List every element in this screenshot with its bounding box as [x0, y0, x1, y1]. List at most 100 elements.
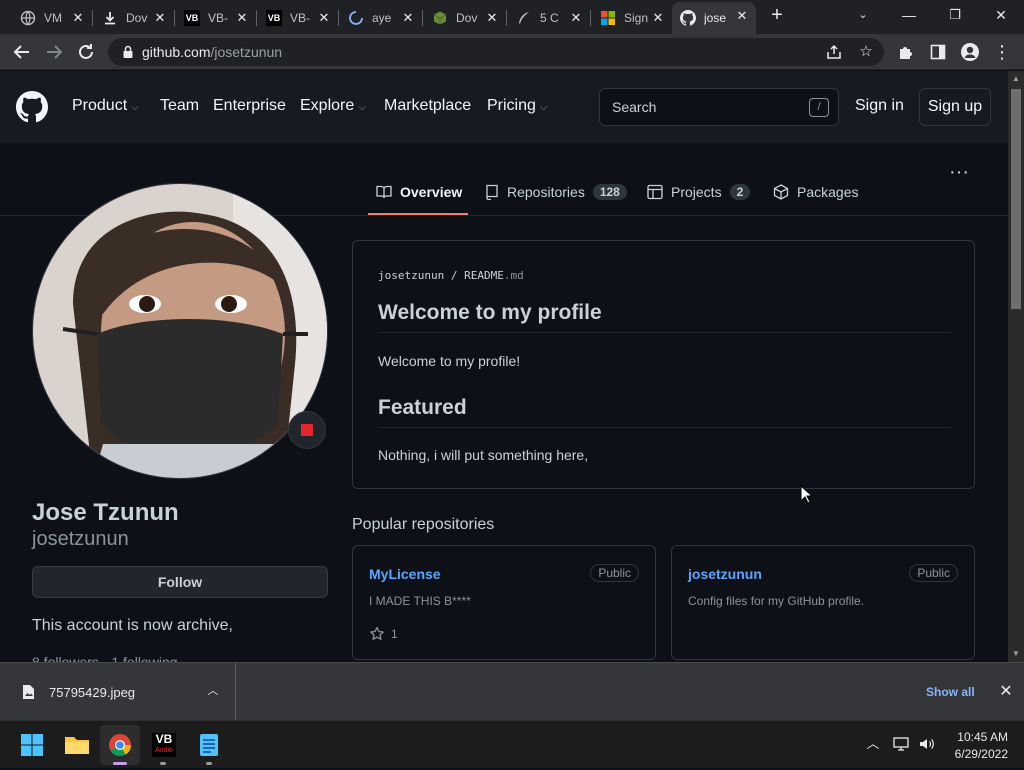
show-hidden-icons-chevron-icon[interactable]: ︿ — [864, 735, 882, 753]
microsoft-logo-icon — [600, 10, 616, 26]
profile-readme: josetzunun / README.md Welcome to my pro… — [352, 240, 975, 489]
readme-path-file[interactable]: README — [464, 269, 504, 282]
readme-paragraph: Nothing, i will put something here, — [378, 447, 589, 463]
tab-divider — [174, 10, 175, 26]
browser-tab[interactable]: Dov ✕ — [94, 4, 174, 32]
tab-divider — [422, 10, 423, 26]
lock-icon[interactable] — [120, 44, 136, 60]
browser-tab[interactable]: Dov ✕ — [424, 4, 506, 32]
browser-tab-title: VB- — [208, 11, 229, 25]
windows-start-icon[interactable] — [12, 725, 52, 765]
notepad-icon[interactable] — [189, 725, 229, 765]
vb-audio-app-icon[interactable]: VB Audio — [144, 725, 184, 765]
browser-tab-title: aye — [372, 11, 392, 25]
tab-divider — [92, 10, 93, 26]
nav-team[interactable]: Team — [160, 97, 199, 115]
nav-product[interactable]: Product ⌵ — [72, 97, 139, 115]
menu-kebab-icon[interactable]: ⋮ — [990, 40, 1014, 64]
close-window-button[interactable]: ✕ — [986, 4, 1016, 26]
close-tab-icon[interactable]: ✕ — [568, 10, 584, 26]
address-bar[interactable]: github.com/josetzunun — [108, 38, 884, 66]
network-icon[interactable] — [892, 735, 910, 753]
sign-up-button[interactable]: Sign up — [919, 88, 991, 126]
browser-tab[interactable]: Sign ✕ — [592, 4, 672, 32]
browser-tab[interactable]: VB VB- ✕ — [258, 4, 338, 32]
browser-tab[interactable]: aye ✕ — [340, 4, 422, 32]
browser-tab-title: Dov — [126, 11, 148, 25]
file-explorer-icon[interactable] — [57, 725, 97, 765]
vb-audio-icon: VB — [266, 10, 282, 26]
scroll-down-arrow-icon[interactable]: ▼ — [1008, 646, 1024, 662]
restore-button[interactable]: ❐ — [940, 4, 970, 26]
share-icon[interactable] — [822, 40, 846, 64]
close-download-bar-icon[interactable]: ✕ — [996, 682, 1016, 702]
readme-path-user[interactable]: josetzunun — [378, 269, 444, 282]
repo-stars[interactable]: 1 — [369, 626, 398, 642]
scroll-up-arrow-icon[interactable]: ▲ — [1008, 71, 1024, 87]
download-shelf: 75795429.jpeg ︿ Show all ✕ — [0, 662, 1024, 721]
close-tab-icon[interactable]: ✕ — [70, 10, 86, 26]
close-tab-icon[interactable]: ✕ — [734, 8, 750, 24]
feather-icon — [516, 10, 532, 26]
repo-description: Config files for my GitHub profile. — [688, 594, 865, 608]
browser-tab[interactable]: 5 C ✕ — [508, 4, 590, 32]
back-button[interactable] — [10, 40, 34, 64]
bookmark-star-icon[interactable]: ☆ — [854, 40, 878, 64]
clock-time[interactable]: 10:45 AM — [946, 730, 1008, 744]
more-options-icon[interactable]: ··· — [947, 162, 971, 186]
new-tab-button[interactable]: + — [762, 4, 792, 26]
scrollbar-thumb[interactable] — [1011, 89, 1021, 309]
tab-repositories[interactable]: Repositories 128 — [485, 182, 627, 202]
browser-tab-title: VM — [44, 11, 62, 25]
nav-marketplace[interactable]: Marketplace — [384, 97, 471, 115]
repo-name-link[interactable]: josetzunun — [688, 566, 762, 582]
github-logo-icon[interactable] — [16, 91, 48, 123]
repo-description: I MADE THIS B**** — [369, 594, 471, 608]
nav-pricing[interactable]: Pricing ⌵ — [487, 97, 548, 115]
project-table-icon — [647, 184, 663, 200]
tab-packages[interactable]: Packages — [773, 182, 858, 202]
close-tab-icon[interactable]: ✕ — [234, 10, 250, 26]
selected-tab-indicator — [368, 213, 468, 215]
readme-path-extension: .md — [503, 269, 524, 282]
side-panel-icon[interactable] — [926, 40, 950, 64]
repo-name-link[interactable]: MyLicense — [369, 566, 441, 582]
close-tab-icon[interactable]: ✕ — [400, 10, 416, 26]
tab-divider — [338, 10, 339, 26]
chrome-icon[interactable] — [100, 725, 140, 765]
tab-projects[interactable]: Projects 2 — [647, 182, 751, 202]
heading-divider — [378, 332, 951, 333]
close-tab-icon[interactable]: ✕ — [650, 10, 666, 26]
show-all-downloads-link[interactable]: Show all — [926, 685, 975, 699]
avatar[interactable] — [32, 183, 328, 479]
status-button[interactable] — [288, 411, 326, 449]
close-tab-icon[interactable]: ✕ — [316, 10, 332, 26]
profile-bio: This account is now archive, — [32, 617, 233, 634]
minimize-button[interactable]: — — [894, 4, 924, 26]
reload-button[interactable] — [74, 40, 98, 64]
nav-enterprise[interactable]: Enterprise — [213, 97, 286, 115]
repo-card: josetzunun Public Config files for my Gi… — [671, 545, 975, 660]
readme-heading-welcome: Welcome to my profile — [378, 301, 602, 324]
forward-button[interactable] — [42, 40, 66, 64]
chevron-down-icon: ⌵ — [358, 102, 366, 113]
browser-tab-active[interactable]: jose ✕ — [672, 2, 756, 34]
close-tab-icon[interactable]: ✕ — [152, 10, 168, 26]
search-input[interactable]: Search / — [599, 88, 839, 126]
tab-overview[interactable]: Overview — [376, 182, 462, 202]
volume-speaker-icon[interactable] — [918, 735, 936, 753]
follow-button[interactable]: Follow — [32, 566, 328, 598]
nav-explore[interactable]: Explore ⌵ — [300, 97, 366, 115]
chevron-up-icon[interactable]: ︿ — [205, 683, 221, 699]
profile-avatar-icon[interactable] — [958, 40, 982, 64]
browser-tab[interactable]: VB VB- ✕ — [176, 4, 256, 32]
extensions-puzzle-icon[interactable] — [894, 40, 918, 64]
github-octocat-icon — [680, 10, 696, 26]
browser-tab[interactable]: VM ✕ — [12, 4, 92, 32]
sign-in-link[interactable]: Sign in — [855, 97, 904, 115]
tab-search-icon[interactable]: ⌄ — [848, 4, 878, 26]
clock-date[interactable]: 6/29/2022 — [946, 747, 1008, 761]
close-tab-icon[interactable]: ✕ — [484, 10, 500, 26]
download-item[interactable]: 75795429.jpeg ︿ — [0, 663, 236, 721]
page-scrollbar[interactable]: ▲ ▼ — [1008, 71, 1024, 662]
